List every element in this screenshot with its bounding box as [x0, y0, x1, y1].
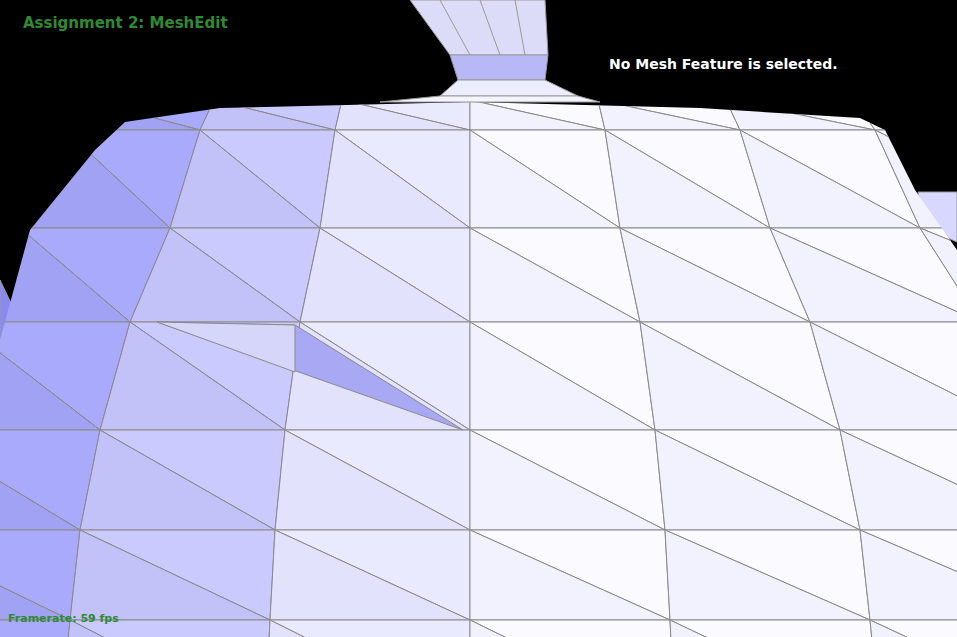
- selection-status: No Mesh Feature is selected.: [609, 56, 838, 72]
- framerate-label: Framerate: 59 fps: [8, 612, 119, 625]
- teapot-body: [0, 100, 957, 637]
- teapot-lid-knob: [380, 0, 600, 102]
- app-title: Assignment 2: MeshEdit: [23, 14, 228, 32]
- mesh-viewport[interactable]: [0, 0, 957, 637]
- meshedit-window: Assignment 2: MeshEdit No Mesh Feature is…: [0, 0, 957, 637]
